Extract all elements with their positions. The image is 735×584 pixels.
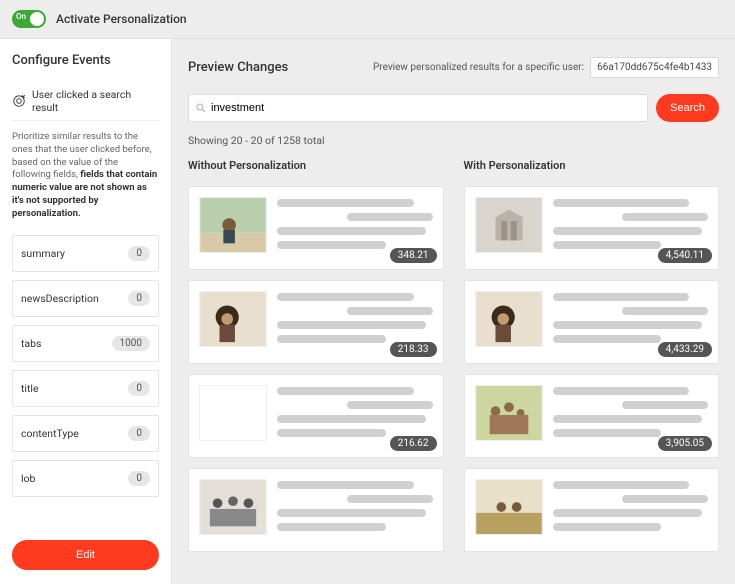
result-card[interactable]: 218.33 — [188, 280, 444, 364]
event-trigger-label: User clicked a search result — [32, 88, 159, 114]
result-card[interactable]: 4,433.29 — [464, 280, 720, 364]
score-badge: 218.33 — [390, 342, 437, 357]
result-lines — [277, 479, 433, 541]
result-thumbnail — [199, 385, 267, 441]
result-thumbnail — [475, 291, 543, 347]
field-list: summary0newsDescription0tabs1000title0co… — [12, 235, 159, 526]
field-value-badge: 0 — [128, 426, 150, 441]
score-badge: 348.21 — [390, 248, 437, 263]
field-name: title — [21, 382, 39, 395]
score-badge: 4,540.11 — [658, 248, 712, 263]
search-input-wrap[interactable] — [188, 94, 648, 122]
result-thumbnail — [475, 479, 543, 535]
result-thumbnail — [475, 385, 543, 441]
result-card[interactable]: 348.21 — [188, 186, 444, 270]
field-value-badge: 0 — [128, 291, 150, 306]
user-id-box[interactable]: 66a170dd675c4fe4b1433 — [590, 57, 719, 78]
field-name: summary — [21, 247, 65, 260]
score-badge: 216.62 — [390, 436, 437, 451]
field-name: lob — [21, 472, 35, 485]
score-badge: 3,905.05 — [658, 436, 712, 451]
field-item-newsDescription[interactable]: newsDescription 0 — [12, 280, 159, 317]
edit-button[interactable]: Edit — [12, 540, 159, 570]
field-value-badge: 1000 — [112, 336, 150, 351]
result-card[interactable] — [188, 468, 444, 552]
field-name: newsDescription — [21, 292, 99, 305]
topbar: On Activate Personalization — [0, 0, 735, 39]
field-name: contentType — [21, 427, 79, 440]
field-item-contentType[interactable]: contentType 0 — [12, 415, 159, 452]
field-value-badge: 0 — [128, 471, 150, 486]
field-item-tabs[interactable]: tabs 1000 — [12, 325, 159, 362]
topbar-title: Activate Personalization — [56, 12, 187, 26]
search-input[interactable] — [207, 102, 641, 114]
score-badge: 4,433.29 — [658, 342, 712, 357]
result-thumbnail — [199, 291, 267, 347]
result-card[interactable] — [464, 468, 720, 552]
field-name: tabs — [21, 337, 41, 350]
col-title-with: With Personalization — [464, 159, 720, 178]
column-without: Without Personalization 348.21 218.33 216.… — [188, 159, 444, 566]
field-item-summary[interactable]: summary 0 — [12, 235, 159, 272]
result-card[interactable]: 216.62 — [188, 374, 444, 458]
col-title-without: Without Personalization — [188, 159, 444, 178]
event-trigger-row[interactable]: User clicked a search result — [12, 82, 159, 121]
result-thumbnail — [475, 197, 543, 253]
field-item-title[interactable]: title 0 — [12, 370, 159, 407]
result-thumbnail — [199, 479, 267, 535]
field-value-badge: 0 — [128, 381, 150, 396]
content-panel: Preview Changes Preview personalized res… — [172, 39, 735, 584]
personalization-toggle[interactable]: On — [12, 10, 46, 28]
column-with: With Personalization 4,540.11 4,433.29 3,9… — [464, 159, 720, 566]
user-preview-label: Preview personalized results for a speci… — [373, 62, 584, 73]
field-item-lob[interactable]: lob 0 — [12, 460, 159, 497]
search-button[interactable]: Search — [656, 94, 719, 122]
result-thumbnail — [199, 197, 267, 253]
sidebar-description: Prioritize similar results to the ones t… — [12, 131, 159, 221]
toggle-knob — [30, 12, 44, 26]
search-icon — [195, 102, 207, 114]
result-card[interactable]: 4,540.11 — [464, 186, 720, 270]
sidebar-title: Configure Events — [12, 53, 159, 68]
results-count: Showing 20 - 20 of 1258 total — [188, 134, 719, 147]
toggle-on-label: On — [16, 12, 26, 21]
sidebar: Configure Events User clicked a search r… — [0, 39, 172, 584]
field-value-badge: 0 — [128, 246, 150, 261]
target-icon — [12, 94, 26, 108]
result-lines — [553, 479, 709, 541]
preview-title: Preview Changes — [188, 60, 288, 75]
result-card[interactable]: 3,905.05 — [464, 374, 720, 458]
